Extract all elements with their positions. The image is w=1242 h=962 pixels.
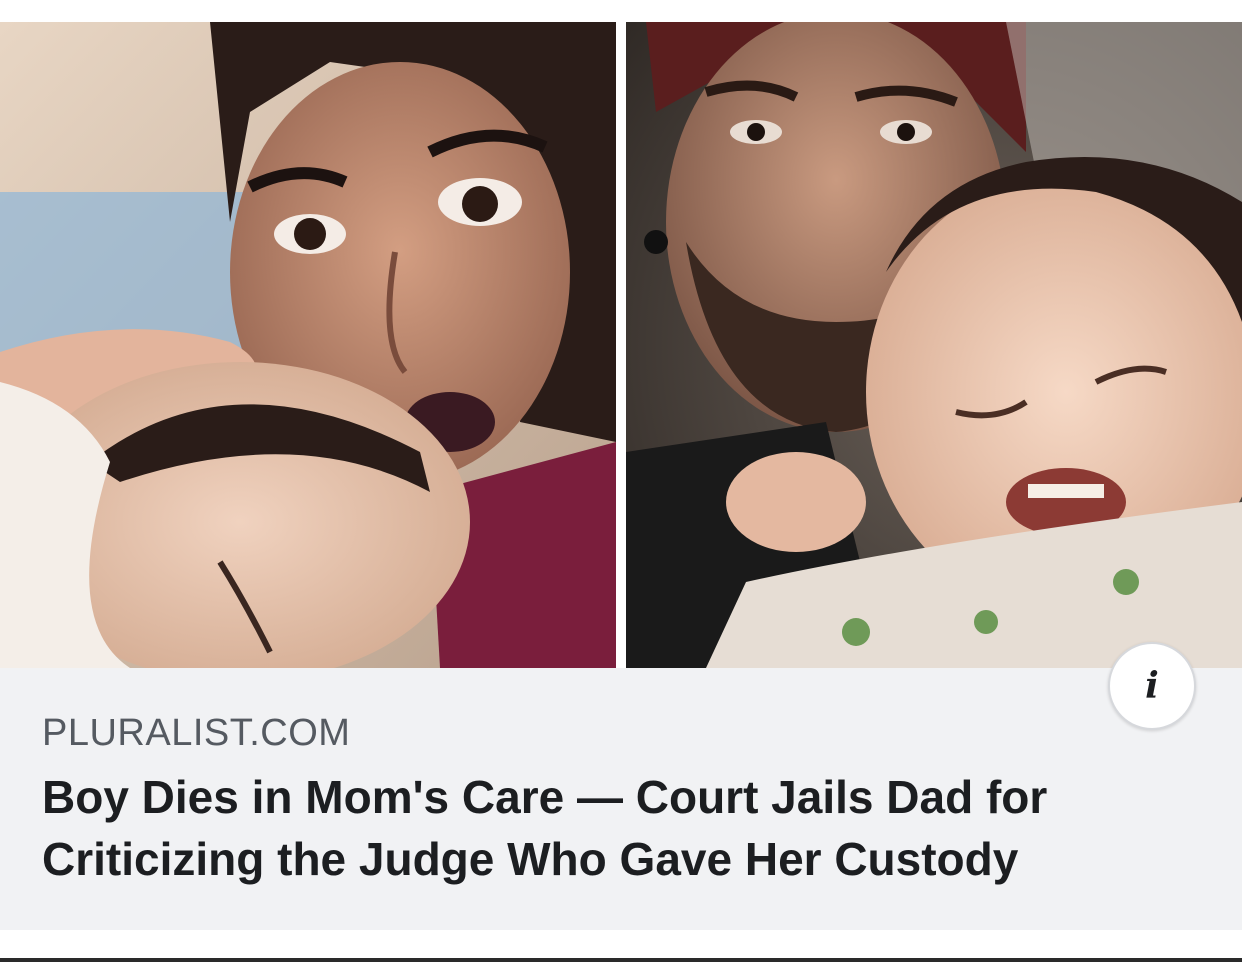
article-headline[interactable]: Boy Dies in Mom's Care — Court Jails Dad… bbox=[42, 766, 1192, 890]
article-image[interactable] bbox=[0, 22, 1242, 668]
info-button[interactable]: i bbox=[1108, 642, 1196, 730]
source-domain: PLURALIST.COM bbox=[42, 712, 351, 754]
photo-father-and-baby bbox=[626, 22, 1242, 668]
photo-mother-and-baby bbox=[0, 22, 616, 668]
bottom-divider bbox=[0, 958, 1242, 962]
link-preview-card[interactable]: i PLURALIST.COM Boy Dies in Mom's Care —… bbox=[0, 22, 1242, 930]
info-icon: i bbox=[1145, 665, 1159, 707]
